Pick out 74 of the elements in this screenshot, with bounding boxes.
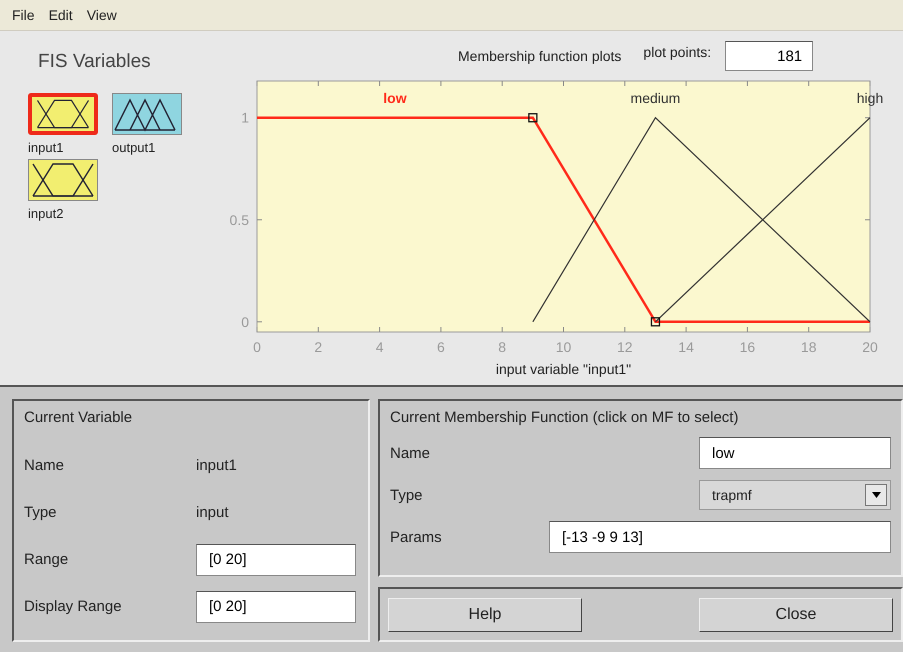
axis-label: input variable "input1" (496, 361, 632, 377)
membership-icon[interactable] (28, 93, 98, 135)
vertex-handle[interactable] (528, 113, 538, 122)
x-tick (502, 80, 503, 86)
axis-tick-label: 16 (740, 339, 756, 355)
menu-item[interactable]: File (12, 7, 35, 23)
axis-tick-label: 0 (241, 314, 249, 330)
x-tick (256, 80, 258, 86)
curve-label[interactable]: high (856, 90, 884, 106)
field-label: Display Range (24, 598, 123, 615)
x-tick (318, 326, 319, 332)
field-label: Range (24, 551, 70, 568)
x-tick (624, 80, 626, 86)
x-tick (440, 80, 442, 86)
plot-title: Membership function plots (458, 48, 622, 64)
variable-label: input2 (28, 206, 64, 221)
dialog-button[interactable]: Help (388, 598, 582, 632)
menu-item[interactable]: Edit (48, 7, 73, 23)
caret-icon (872, 492, 880, 498)
variable-label: input1 (28, 140, 64, 155)
axis-tick-label: 1 (241, 110, 249, 126)
x-tick (256, 326, 258, 332)
axis-tick-label: 14 (678, 339, 694, 355)
input-field[interactable]: [0 20] (196, 544, 356, 576)
dialog-button[interactable]: Close (699, 598, 893, 632)
axis-tick-label: 4 (376, 339, 384, 355)
x-tick (746, 80, 748, 86)
vertex-handle[interactable] (650, 317, 660, 326)
membership-curve[interactable] (532, 116, 870, 322)
x-tick (624, 326, 626, 332)
x-tick (379, 326, 380, 332)
x-tick (746, 326, 748, 332)
membership-icon[interactable] (112, 93, 182, 135)
axis-tick-label: 10 (556, 339, 572, 355)
membership-curve[interactable] (257, 116, 870, 324)
membership-icon[interactable] (28, 159, 98, 201)
input-field[interactable]: [0 20] (196, 590, 356, 622)
menu-item[interactable]: View (86, 7, 117, 23)
axis-tick-label: 0 (253, 339, 261, 355)
panel-title: Current Variable (24, 409, 134, 426)
panel-title: FIS Variables (38, 51, 152, 73)
input-field[interactable]: [-13 -9 9 13] (549, 521, 891, 553)
x-tick (440, 326, 442, 332)
plot-points-label: plot points: (643, 44, 712, 60)
axis-tick-label: 20 (862, 339, 878, 355)
panel-title: Current Membership Function (click on MF to select) (390, 409, 740, 426)
field-label: Name (390, 444, 430, 462)
axis-tick-label: 6 (437, 339, 445, 355)
field-label: Type (390, 486, 423, 504)
curve-label[interactable]: medium (630, 90, 680, 106)
input-field[interactable]: low (699, 437, 891, 469)
type-dropdown[interactable]: trapmf (699, 480, 891, 510)
value-text: input1 (196, 457, 237, 474)
x-tick (379, 80, 380, 86)
x-tick (808, 80, 810, 86)
field-label: Name (24, 457, 66, 474)
axis-tick-label: 8 (498, 339, 506, 355)
axis-tick-label: 18 (800, 339, 816, 355)
x-tick (502, 326, 503, 332)
x-tick (808, 326, 810, 332)
plot-points-field[interactable]: 181 (725, 41, 814, 71)
variable-label: output1 (112, 140, 156, 155)
membership-curve[interactable] (655, 117, 870, 322)
x-tick (686, 80, 687, 86)
x-tick (563, 326, 564, 332)
axis-tick-label: 0.5 (230, 212, 249, 228)
x-tick (686, 326, 687, 332)
axis-tick-label: 12 (617, 339, 633, 355)
value-text: input (196, 504, 229, 521)
x-tick (318, 80, 319, 86)
field-label: Params (390, 528, 442, 546)
x-tick (563, 80, 564, 86)
field-label: Type (24, 504, 58, 521)
axis-tick-label: 2 (314, 339, 322, 355)
